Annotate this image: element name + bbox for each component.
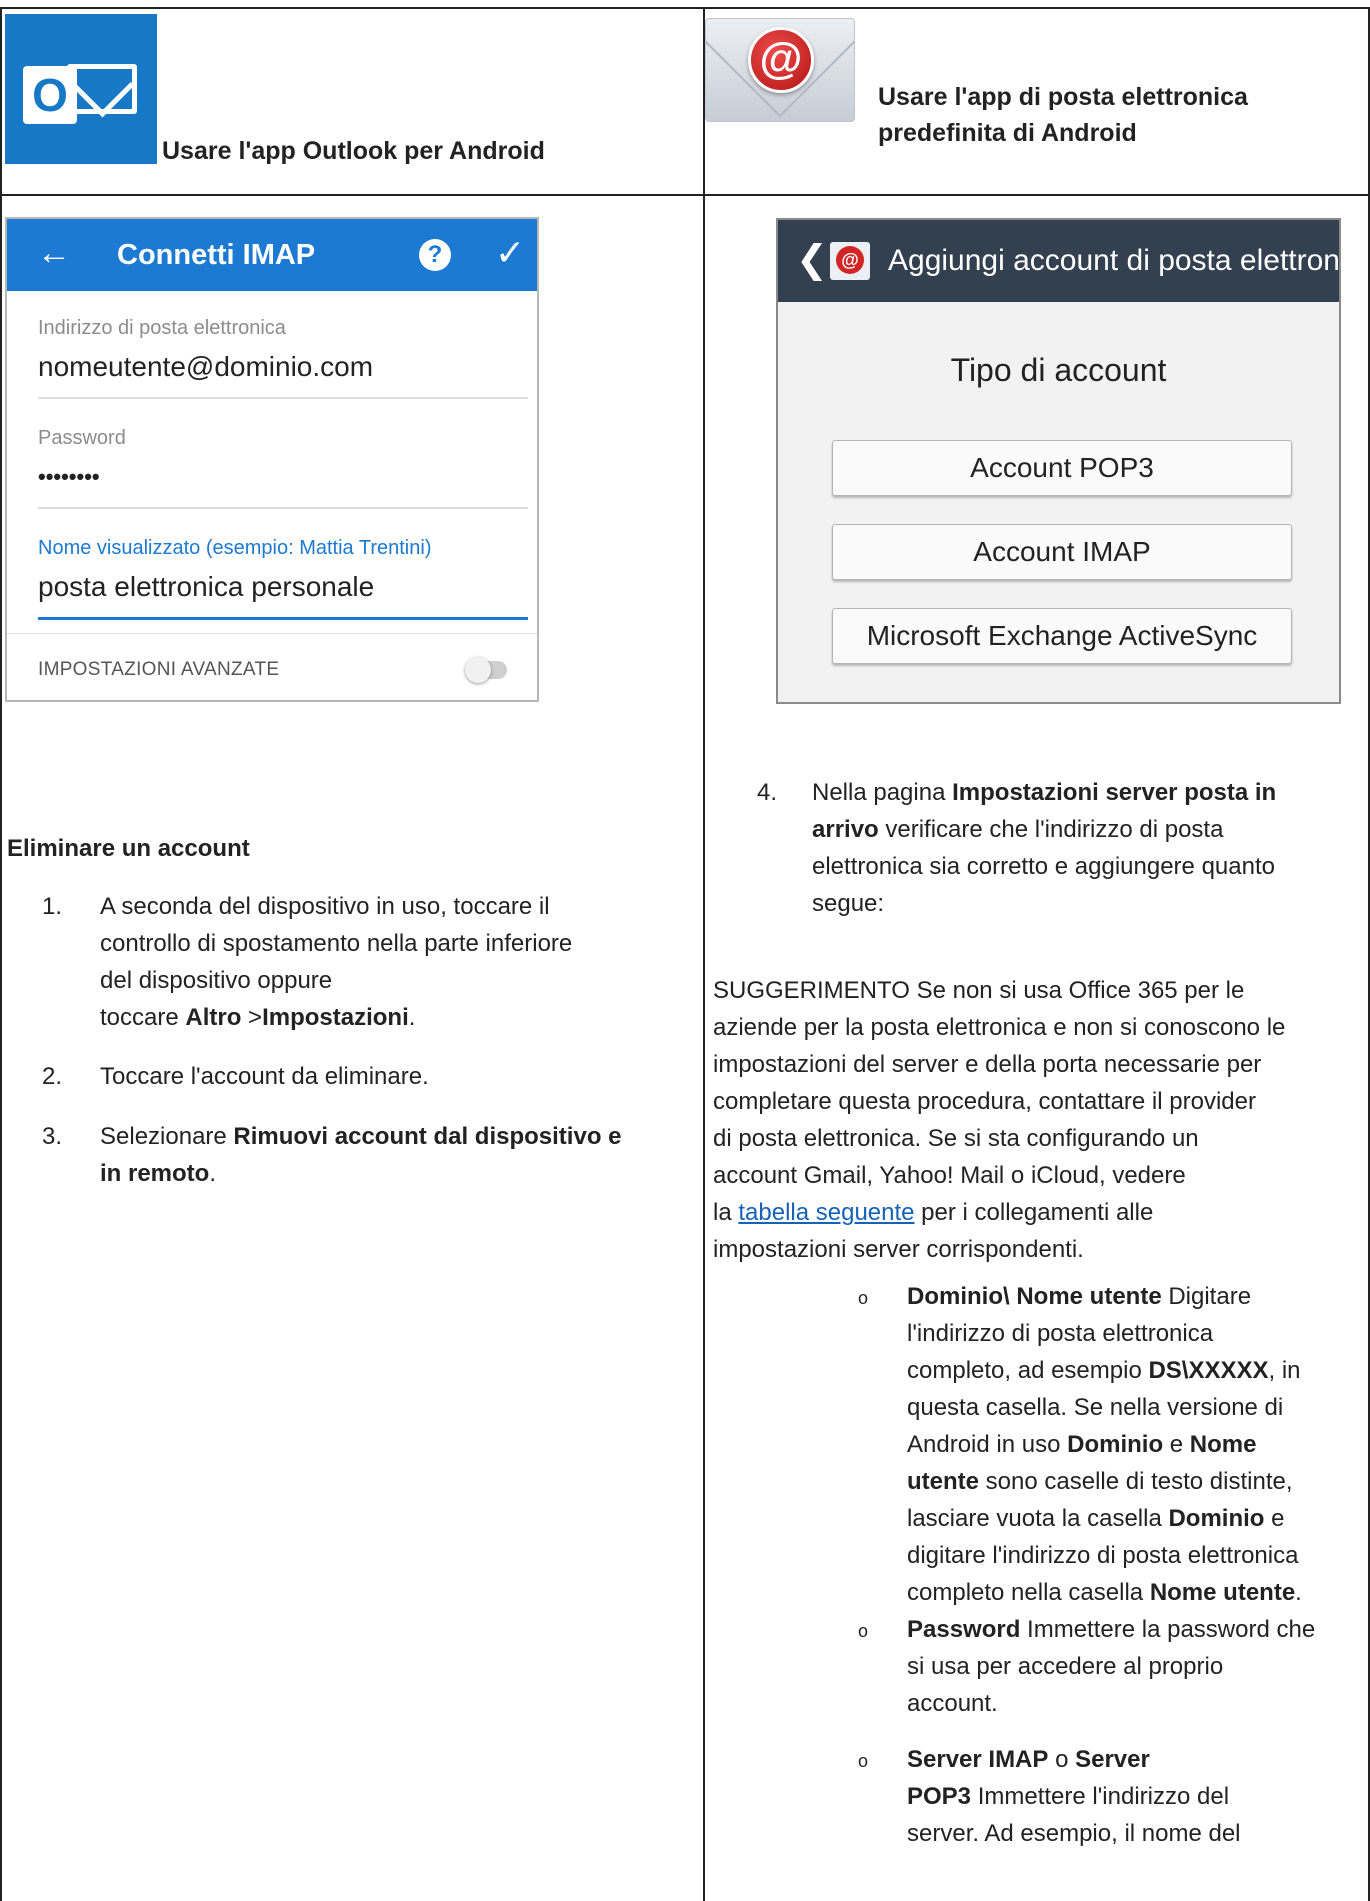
outlook-imap-screenshot: ← Connetti IMAP ? ✓ Indirizzo di posta e… [5, 217, 539, 702]
email-header-label-line1: Usare l'app di posta elettronica [878, 83, 1248, 111]
table-border-header [0, 194, 1370, 196]
add-account-screenshot: ❮ Aggiungi account di posta elettronica … [776, 218, 1341, 704]
display-name-field-label: Nome visualizzato (esempio: Mattia Trent… [38, 537, 432, 559]
step-4-number: 4. [757, 779, 778, 806]
step-1-number: 1. [42, 893, 63, 920]
imap-app-bar: ← Connetti IMAP ? ✓ [7, 219, 537, 291]
advanced-settings-toggle[interactable] [465, 657, 507, 683]
password-field-label: Password [38, 427, 126, 449]
imap-account-button[interactable]: Account IMAP [832, 524, 1292, 580]
pop3-account-button[interactable]: Account POP3 [832, 440, 1292, 496]
server-item: Server IMAP o Server POP3 Immettere l'in… [907, 1746, 1241, 1847]
step-1-text: A seconda del dispositivo in uso, toccar… [100, 893, 573, 1031]
following-table-link[interactable]: tabella seguente [738, 1199, 914, 1226]
step-2-text: Toccare l'account da eliminare. [100, 1063, 429, 1090]
step-4-text: Nella pagina Impostazioni server posta i… [812, 779, 1277, 917]
checkmark-icon[interactable]: ✓ [495, 233, 525, 273]
tip-paragraph: SUGGERIMENTO Se non si usa Office 365 pe… [713, 977, 1286, 1263]
email-field-label: Indirizzo di posta elettronica [38, 317, 286, 339]
add-account-title: Aggiungi account di posta elettronica [888, 244, 1341, 277]
password-field[interactable]: Password •••••••• [38, 425, 528, 495]
password-field-underline [38, 507, 528, 509]
advanced-settings-label: IMPOSTAZIONI AVANZATE [38, 659, 280, 680]
step-3-text: Selezionare Rimuovi account dal disposit… [100, 1123, 622, 1187]
back-chevron-icon[interactable]: ❮ [796, 238, 828, 282]
password-item: Password Immettere la password che si us… [907, 1616, 1316, 1717]
display-name-field-underline [38, 617, 528, 620]
outlook-header-label: Usare l'app Outlook per Android [162, 137, 545, 165]
delete-section-title: Eliminare un account [7, 835, 250, 862]
email-header-label-line2: predefinita di Android [878, 119, 1137, 147]
table-border-left [0, 7, 2, 1901]
step-3-number: 3. [42, 1123, 63, 1150]
bullet-server: o [858, 1751, 869, 1771]
email-app-icon [830, 242, 870, 280]
email-field-underline [38, 397, 528, 399]
email-field[interactable]: Indirizzo di posta elettronica nomeutent… [38, 315, 528, 385]
advanced-separator [7, 633, 537, 634]
back-arrow-icon[interactable]: ← [37, 233, 71, 273]
add-account-app-bar: ❮ Aggiungi account di posta elettronica [778, 220, 1339, 302]
display-name-field-value: posta elettronica personale [38, 571, 375, 602]
outlook-logo-icon: O [5, 14, 157, 164]
help-icon[interactable]: ? [419, 239, 451, 271]
imap-title: Connetti IMAP [117, 239, 316, 271]
domain-username-item: Dominio\ Nome utente Digitare l'indirizz… [907, 1283, 1302, 1606]
password-field-value: •••••••• [38, 464, 100, 489]
table-border-top [0, 7, 1370, 9]
account-type-heading: Tipo di account [950, 352, 1167, 388]
bullet-domain: o [858, 1288, 869, 1308]
step-2-number: 2. [42, 1063, 63, 1090]
display-name-field[interactable]: Nome visualizzato (esempio: Mattia Trent… [38, 535, 528, 605]
bullet-password: o [858, 1621, 869, 1641]
exchange-activesync-button[interactable]: Microsoft Exchange ActiveSync [832, 608, 1292, 664]
android-email-logo-icon: @ [705, 18, 855, 122]
table-column-divider [703, 7, 705, 1901]
email-field-value: nomeutente@dominio.com [38, 351, 374, 382]
